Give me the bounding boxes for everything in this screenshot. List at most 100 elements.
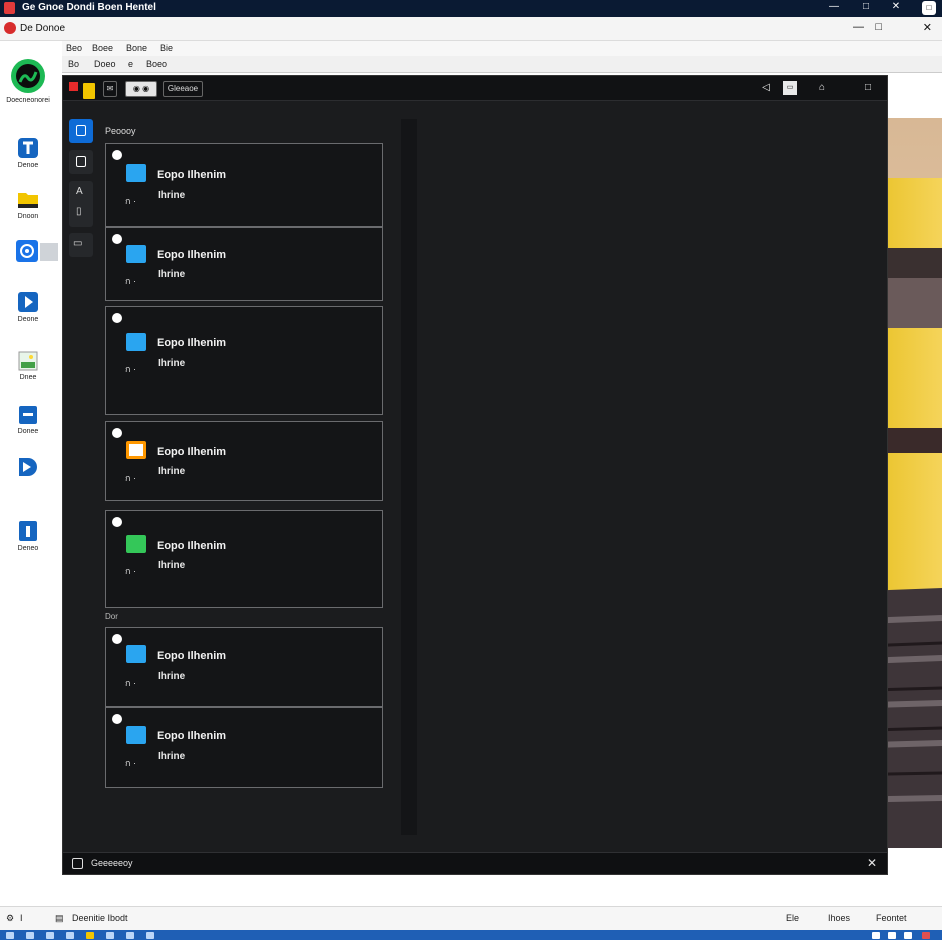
window-app-icon — [19, 406, 37, 424]
back-icon[interactable]: ◁ — [759, 81, 773, 95]
launcher-item-play[interactable]: Deone — [0, 291, 56, 323]
taskbar-app-icon[interactable] — [26, 932, 34, 939]
app-icon — [126, 726, 146, 744]
menu-item[interactable]: Boee — [92, 43, 113, 53]
launcher-item-music[interactable]: Doecneonorei — [0, 58, 56, 104]
taskbar-app-icon[interactable] — [146, 932, 154, 939]
launcher-item-image[interactable]: Dnee — [0, 351, 56, 381]
item-status: Ihrine — [158, 466, 186, 477]
rail-home-button[interactable] — [69, 119, 93, 143]
rail-keyboard-button[interactable]: ▭ — [69, 233, 93, 257]
lock-icon[interactable]: ⌂ — [815, 81, 829, 95]
tray-icon[interactable] — [922, 932, 930, 939]
list-item[interactable]: Eopo Ilhenim Ihrine ก · — [105, 227, 383, 301]
screen-icon[interactable]: ▭ — [783, 81, 797, 95]
item-meta: ก · — [125, 473, 136, 483]
item-meta: ก · — [125, 364, 136, 374]
rail-group-button[interactable]: A ▯ — [69, 181, 93, 227]
square-icon[interactable]: □ — [861, 81, 875, 95]
image-app-icon — [18, 351, 38, 371]
radio-icon[interactable] — [112, 234, 122, 244]
status-item[interactable]: Ihoes — [828, 913, 850, 923]
app-bar: De Donoe — □ ✕ — [0, 17, 942, 41]
calendar-app-icon — [19, 521, 37, 541]
list-item[interactable]: Eopo Ilhenim Ihrine ก · — [105, 306, 383, 415]
list-item[interactable]: Eopo Ilhenim Ihrine ก · — [105, 707, 383, 788]
taskbar-app-icon[interactable] — [126, 932, 134, 939]
doc-icon[interactable]: ▤ — [55, 913, 64, 924]
tab-button[interactable]: Gleeaoe — [163, 81, 203, 97]
radio-icon[interactable] — [112, 150, 122, 160]
notes-icon — [76, 156, 86, 167]
app-close-button[interactable]: ✕ — [923, 21, 932, 34]
start-icon[interactable] — [6, 932, 14, 939]
launcher-item-letter[interactable]: Denoe — [0, 137, 56, 169]
launcher-item-settings[interactable] — [0, 240, 58, 265]
folder-icon[interactable] — [83, 83, 95, 99]
taskbar — [0, 930, 942, 940]
launcher-item-folder[interactable]: Dnoon — [0, 190, 56, 220]
tray-icon[interactable] — [872, 932, 880, 939]
taskbar-app-icon[interactable] — [106, 932, 114, 939]
view-toggle-button[interactable]: ◉ ◉ — [125, 81, 157, 97]
menu-item[interactable]: Bie — [160, 43, 173, 53]
tray-icon[interactable] — [904, 932, 912, 939]
launcher-label: Doecneonorei — [6, 97, 50, 104]
list-item[interactable]: Eopo Ilhenim Ihrine ก · — [105, 627, 383, 707]
app-minimize-button[interactable]: — — [853, 21, 864, 33]
list-item[interactable]: Eopo Ilhenim Ihrine ก · — [105, 143, 383, 227]
minimize-button[interactable]: — — [824, 1, 844, 12]
secondary-toolbar: Bo Doeo e Boeo — [62, 56, 942, 73]
launcher-label: Deone — [17, 316, 39, 323]
mail-icon[interactable]: ✉ — [103, 81, 117, 97]
list-item[interactable]: Eopo Ilhenim Ihrine ก · — [105, 510, 383, 608]
radio-icon[interactable] — [112, 714, 122, 724]
launcher-label: Dnee — [19, 374, 37, 381]
launcher-label: Donee — [17, 428, 39, 435]
dark-app-window: ✉ ◉ ◉ Gleeaoe ◁ ▭ ⌂ □ A ▯ ▭ Peoooy Dor E… — [62, 75, 888, 875]
side-rail: A ▯ ▭ — [66, 119, 96, 259]
app-icon — [126, 645, 146, 663]
item-title: Eopo Ilhenim — [157, 337, 227, 349]
menu-item[interactable]: Bone — [126, 43, 147, 53]
app-maximize-button[interactable]: □ — [875, 21, 882, 33]
item-title: Eopo Ilhenim — [157, 650, 227, 662]
app-icon — [126, 333, 146, 351]
taskbar-app-icon[interactable] — [46, 932, 54, 939]
launcher-item-calendar[interactable]: Deneo — [0, 520, 56, 552]
extra-window-button[interactable]: □ — [922, 1, 936, 15]
gear-icon[interactable]: ⚙ — [6, 913, 14, 924]
launcher-label: Denoe — [17, 162, 39, 169]
rail-notes-button[interactable] — [69, 150, 93, 174]
maximize-button[interactable]: □ — [856, 1, 876, 12]
close-button[interactable]: ✕ — [886, 1, 906, 12]
taskbar-folder-icon[interactable] — [86, 932, 94, 939]
radio-icon[interactable] — [112, 428, 122, 438]
panel-divider[interactable] — [401, 119, 417, 835]
launcher-item-video[interactable] — [0, 456, 56, 481]
app-icon — [126, 164, 146, 182]
tray-icon[interactable] — [888, 932, 896, 939]
menu-item[interactable]: Beo — [66, 43, 82, 53]
item-meta: ก · — [125, 678, 136, 688]
toggle-icon[interactable] — [72, 858, 83, 869]
record-icon — [69, 82, 78, 91]
radio-icon[interactable] — [112, 517, 122, 527]
taskbar-app-icon[interactable] — [66, 932, 74, 939]
item-meta: ก · — [125, 566, 136, 576]
window-bottom-bar: Geeeeeoy ✕ — [63, 852, 887, 874]
status-item[interactable]: Feontet — [876, 913, 907, 923]
item-meta: ก · — [125, 758, 136, 768]
toolbar-item[interactable]: Doeo — [94, 59, 116, 69]
toolbar-item[interactable]: Bo — [68, 59, 79, 69]
close-icon[interactable]: ✕ — [867, 856, 877, 870]
list-item[interactable]: Eopo Ilhenim Ihrine ก · — [105, 421, 383, 501]
status-left-label: Deenitie Ibodt — [72, 913, 128, 923]
radio-icon[interactable] — [112, 634, 122, 644]
launcher-item-window[interactable]: Donee — [0, 405, 56, 435]
toolbar-item[interactable]: e — [128, 59, 133, 69]
radio-icon[interactable] — [112, 313, 122, 323]
toolbar-item[interactable]: Boeo — [146, 59, 167, 69]
status-item[interactable]: Ele — [786, 913, 799, 923]
item-meta: ก · — [125, 196, 136, 206]
